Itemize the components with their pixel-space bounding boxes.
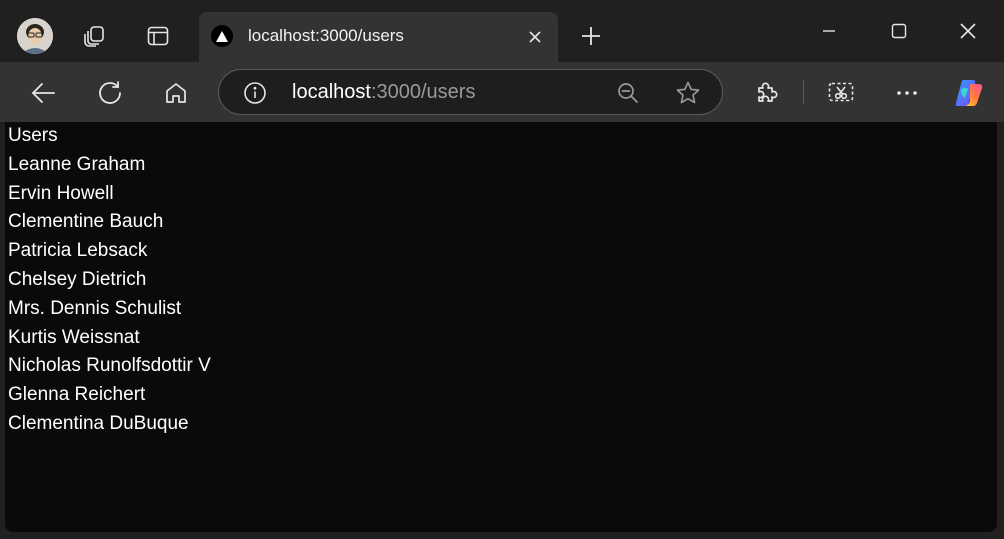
- close-window-icon[interactable]: [945, 10, 991, 52]
- tab-actions-icon[interactable]: [140, 18, 176, 54]
- star-icon[interactable]: [673, 78, 703, 108]
- toolbar-separator: [803, 80, 804, 104]
- info-icon[interactable]: [242, 80, 268, 106]
- address-bar[interactable]: localhost:3000/users: [218, 69, 723, 115]
- active-tab[interactable]: localhost:3000/users: [199, 12, 558, 62]
- user-list-item: Ervin Howell: [8, 183, 114, 204]
- home-icon[interactable]: [157, 74, 195, 112]
- plus-icon[interactable]: [573, 18, 609, 54]
- tab-title: localhost:3000/users: [248, 26, 404, 45]
- user-list-item: Clementina DuBuque: [8, 413, 189, 434]
- user-list-item: Nicholas Runolfsdottir V: [8, 355, 211, 376]
- zoom-out-icon[interactable]: [613, 78, 643, 108]
- toolbar: localhost:3000/users: [0, 62, 1004, 122]
- maximize-icon[interactable]: [876, 10, 922, 52]
- user-list-item: Kurtis Weissnat: [8, 327, 140, 348]
- close-icon[interactable]: [524, 26, 546, 48]
- user-list-item: Glenna Reichert: [8, 384, 146, 405]
- copilot-icon[interactable]: [950, 74, 988, 112]
- more-dots-icon[interactable]: [888, 74, 926, 112]
- puzzle-icon[interactable]: [748, 74, 786, 112]
- profile-avatar[interactable]: [17, 18, 53, 54]
- minimize-icon[interactable]: [806, 10, 852, 52]
- page-content: Users Leanne Graham Ervin Howell Clement…: [5, 122, 997, 532]
- triangle-favicon: [211, 25, 233, 47]
- page-title: Users: [8, 125, 58, 146]
- title-bar: localhost:3000/users: [0, 0, 1004, 66]
- screenshot-icon[interactable]: [822, 74, 860, 112]
- user-list-item: Chelsey Dietrich: [8, 269, 147, 290]
- browser-window: localhost:3000/users localhost:3000/user…: [0, 0, 1004, 539]
- url-host: localhost: [292, 81, 371, 103]
- user-list-item: Clementine Bauch: [8, 211, 164, 232]
- refresh-icon[interactable]: [91, 74, 129, 112]
- workspaces-icon[interactable]: [77, 18, 113, 54]
- user-list-item: Patricia Lebsack: [8, 240, 148, 261]
- back-arrow-icon[interactable]: [24, 74, 62, 112]
- user-list-item: Leanne Graham: [8, 154, 146, 175]
- user-list-item: Mrs. Dennis Schulist: [8, 298, 182, 319]
- url-path: :3000/users: [370, 81, 476, 103]
- url-text[interactable]: localhost:3000/users: [292, 81, 475, 104]
